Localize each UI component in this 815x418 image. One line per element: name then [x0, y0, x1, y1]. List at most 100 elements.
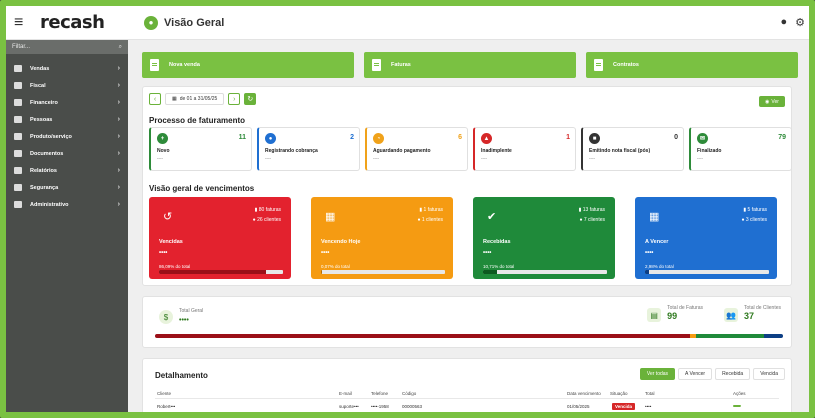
sidebar-item-label: Pessoas — [30, 116, 53, 123]
sidebar-item-financeiro[interactable]: Financeiro › — [6, 94, 128, 111]
process-card[interactable]: ● 2 Registrando cobrança ---- — [257, 127, 360, 171]
due-card[interactable]: ✔ ▮ 13 faturas ● 7 clientes Recebidas •••• 10… — [473, 197, 615, 279]
app-logo[interactable]: recash — [40, 12, 140, 33]
view-button[interactable]: ◉ Visualizar — [733, 405, 756, 411]
due-percent: 86,09% do total — [159, 264, 191, 269]
chevron-right-icon: › — [117, 99, 120, 106]
filter-input[interactable]: Filtar... — [12, 44, 30, 50]
search-icon[interactable]: ⌕ — [119, 44, 122, 51]
shortcut-label: Nova venda — [169, 62, 200, 68]
process-card[interactable]: ■ 0 Emitindo nota fiscal (pós) ---- — [581, 127, 684, 171]
filter-a-vencer[interactable]: A Vencer — [678, 368, 713, 380]
ver-button[interactable]: ◉ Ver — [759, 96, 785, 107]
table-row[interactable]: Robert••• suporte••• ••••-1958 00000563 … — [155, 401, 779, 411]
sidebar-item-administrativo[interactable]: Administrativo › — [6, 196, 128, 213]
due-card[interactable]: ↺ ▮ 80 faturas ● 26 clientes Vencidas •••• 86… — [149, 197, 291, 279]
status-icon: + — [157, 133, 168, 144]
product-icon — [14, 133, 22, 140]
col-total[interactable]: Total — [645, 391, 655, 396]
process-count: 6 — [458, 134, 462, 141]
col-cliente[interactable]: Cliente — [157, 391, 171, 396]
col-codigo[interactable]: Código — [402, 391, 416, 396]
due-percent: 10,71% do total — [483, 264, 515, 269]
shortcut-contratos[interactable]: Contratos — [586, 52, 798, 78]
date-range-text: de 01 a 31/05/25 — [179, 96, 218, 102]
money-icon: $ — [159, 310, 173, 324]
process-count: 2 — [350, 134, 354, 141]
col-situacao[interactable]: Situação — [610, 391, 628, 396]
process-card[interactable]: ◔ 6 Aguardando pagamento ---- — [365, 127, 468, 171]
document-icon — [14, 150, 22, 157]
process-value: ---- — [157, 156, 163, 161]
due-percent: 2,98% do total — [645, 264, 674, 269]
due-clients: 1 clientes — [421, 217, 443, 223]
sidebar-item-documentos[interactable]: Documentos › — [6, 145, 128, 162]
filter-recebida[interactable]: Recebida — [715, 368, 751, 380]
calendar-icon: ▦ — [172, 96, 177, 102]
due-value: •••• — [645, 250, 654, 256]
invoice-icon: ▤ — [647, 308, 662, 322]
due-progress-bar — [645, 270, 769, 274]
chevron-right-icon: › — [117, 167, 120, 174]
gear-icon[interactable]: ⚙ — [795, 16, 805, 29]
distribution-segment — [155, 334, 690, 338]
user-icon[interactable]: ● — [780, 16, 787, 29]
due-overview-title: Visão geral de vencimentos — [149, 184, 255, 193]
process-card[interactable]: ▲ 1 Inadimplente ---- — [473, 127, 576, 171]
due-card[interactable]: ▦ ▮ 5 faturas ● 3 clientes A Vencer •••• 2,98… — [635, 197, 777, 279]
next-period-button[interactable]: › — [228, 93, 241, 105]
shortcut-row: Nova venda Faturas Contratos — [142, 52, 809, 78]
process-value: ---- — [697, 156, 703, 161]
due-progress-fill — [645, 270, 649, 274]
status-icon: ▲ — [481, 133, 492, 144]
chevron-right-icon: › — [117, 82, 120, 89]
detail-title: Detalhamento — [155, 371, 208, 380]
status-badge: Vencida — [612, 402, 636, 410]
due-value: •••• — [159, 250, 168, 256]
due-stats: ▮ 80 faturas ● 26 clientes — [253, 205, 281, 225]
due-invoices: 13 faturas — [582, 207, 605, 213]
refresh-button[interactable]: ↻ — [244, 93, 257, 105]
ver-label: Ver — [771, 98, 779, 105]
due-card[interactable]: ▦ ▮ 1 faturas ● 1 clientes Vencendo Hoje •••… — [311, 197, 453, 279]
shortcut-nova-venda[interactable]: Nova venda — [142, 52, 354, 78]
menu-icon[interactable]: ≡ — [14, 14, 36, 32]
col-telefone[interactable]: Telefone — [371, 391, 388, 396]
process-value: ---- — [589, 156, 595, 161]
top-right-actions: ● ⚙ — [780, 16, 805, 29]
sidebar-item-relatorios[interactable]: Relatórios › — [6, 162, 128, 179]
cell-client: Robert••• — [157, 403, 176, 409]
sidebar-item-seguranca[interactable]: Segurança › — [6, 179, 128, 196]
status-icon: ● — [265, 133, 276, 144]
process-card[interactable]: ✉ 79 Finalizado ---- — [689, 127, 792, 171]
calendar-icon: ▦ — [325, 211, 336, 223]
sidebar-item-fiscal[interactable]: Fiscal › — [6, 77, 128, 94]
col-data-vencimento[interactable]: Data vencimento — [567, 391, 601, 396]
people-icon — [14, 116, 22, 123]
admin-icon — [14, 201, 22, 208]
clock-icon: ↺ — [163, 211, 173, 223]
col-email[interactable]: E-mail — [339, 391, 352, 396]
chevron-right-icon: › — [117, 150, 120, 157]
filter-ver-todas[interactable]: Ver todas — [639, 368, 676, 380]
date-range-picker[interactable]: ▦ de 01 a 31/05/25 — [165, 93, 225, 105]
process-label: Aguardando pagamento — [373, 148, 431, 154]
shortcut-faturas[interactable]: Faturas — [364, 52, 576, 78]
sidebar-filter[interactable]: Filtar... ⌕ — [6, 40, 128, 54]
sidebar-item-pessoas[interactable]: Pessoas › — [6, 111, 128, 128]
sidebar-item-produto[interactable]: Produto/serviço › — [6, 128, 128, 145]
process-card[interactable]: +11 Novo ---- — [149, 127, 252, 171]
prev-period-button[interactable]: ‹ — [149, 93, 161, 105]
filter-vencida[interactable]: Vencida — [753, 368, 785, 380]
due-stats: ▮ 5 faturas ● 3 clientes — [741, 205, 767, 225]
overview-panel: ‹ ▦ de 01 a 31/05/25 › ↻ ◉ Ver Processo de… — [142, 86, 792, 286]
sidebar-item-vendas[interactable]: Vendas › — [6, 60, 128, 77]
view-label: Visualizar — [737, 406, 757, 411]
report-icon — [14, 167, 22, 174]
process-count: 1 — [566, 134, 570, 141]
due-clients: 26 clientes — [257, 217, 281, 223]
document-icon — [372, 59, 381, 71]
due-clients: 3 clientes — [745, 217, 767, 223]
lock-icon — [14, 184, 22, 191]
due-progress-fill — [321, 270, 323, 274]
